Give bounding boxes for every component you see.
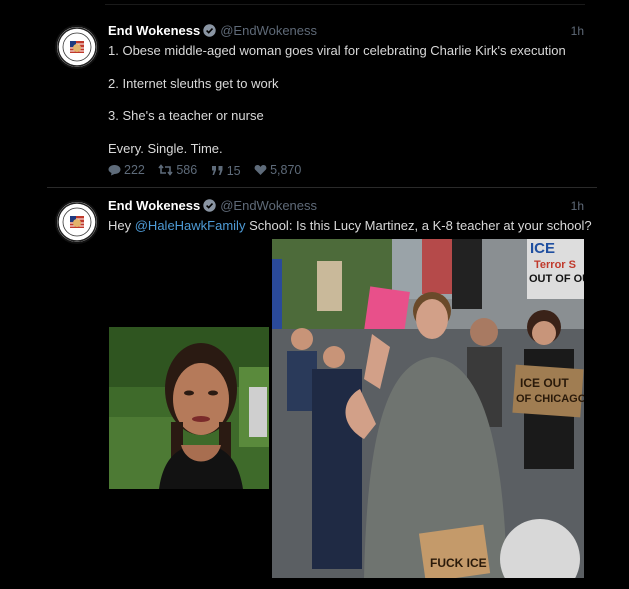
tweet-line-2: 2. Internet sleuths get to work — [108, 76, 279, 91]
like-count: 5,870 — [270, 163, 302, 177]
tweet-line-1: 1. Obese middle-aged woman goes viral fo… — [108, 43, 566, 58]
tweet-header: End Wokeness @EndWokeness — [108, 198, 317, 216]
sign-out-of: OUT OF OU — [529, 273, 584, 285]
sign-ice-top: ICE — [530, 240, 555, 257]
tweet-time[interactable]: 1h — [571, 24, 584, 38]
previous-tweet-edge — [105, 0, 585, 5]
author-handle[interactable]: @EndWokeness — [220, 23, 317, 38]
author-handle[interactable]: @EndWokeness — [220, 198, 317, 213]
sign-ice-out-1: ICE OUT — [520, 376, 569, 390]
like-icon — [254, 164, 267, 176]
tweet-divider — [47, 187, 597, 188]
sign-terror: Terror S — [534, 259, 576, 271]
tweet-header: End Wokeness @EndWokeness — [108, 23, 317, 41]
retweet-count: 586 — [176, 163, 198, 177]
sign-fuck-ice: FUCK ICE — [430, 556, 487, 570]
tweet-text-prefix: Hey — [108, 218, 135, 233]
retweet-icon — [158, 164, 173, 176]
quote-count: 15 — [226, 163, 241, 178]
sign-ice-out-2: OF CHICAGO — [516, 393, 584, 405]
tweet-line-4: Every. Single. Time. — [108, 141, 223, 156]
tweet-text-suffix: School: Is this Lucy Martinez, a K-8 tea… — [245, 218, 592, 233]
verified-badge-icon — [203, 199, 216, 215]
reply-icon — [108, 164, 121, 176]
author-name[interactable]: End Wokeness — [108, 23, 200, 38]
protest-image: ICE Terror S OUT OF OU ICE OUT OF CHICAG… — [272, 239, 584, 578]
reply-count: 222 — [124, 163, 145, 177]
like-button[interactable]: 5,870 — [254, 163, 301, 177]
author-avatar[interactable] — [55, 200, 99, 244]
tweet-line-3: 3. She's a teacher or nurse — [108, 108, 264, 123]
reply-button[interactable]: 222 — [108, 163, 145, 177]
portrait-image — [109, 327, 269, 489]
tweet-photo-protest[interactable]: ICE Terror S OUT OF OU ICE OUT OF CHICAG… — [272, 239, 584, 578]
tweet-time[interactable]: 1h — [571, 199, 584, 213]
avatar-logo-icon — [57, 202, 97, 242]
tweet-actions: 222 586 15 5,870 — [108, 163, 311, 179]
quote-button[interactable]: 15 — [211, 164, 241, 178]
verified-badge-icon — [203, 24, 216, 40]
retweet-button[interactable]: 586 — [158, 163, 197, 177]
author-name[interactable]: End Wokeness — [108, 198, 200, 213]
quote-icon — [211, 165, 224, 176]
mention-link[interactable]: @HaleHawkFamily — [135, 218, 246, 233]
author-avatar[interactable] — [55, 25, 99, 69]
tweet-photo-portrait[interactable] — [109, 327, 269, 489]
tweet-text: Hey @HaleHawkFamily School: Is this Lucy… — [108, 218, 592, 233]
avatar-logo-icon — [57, 27, 97, 67]
